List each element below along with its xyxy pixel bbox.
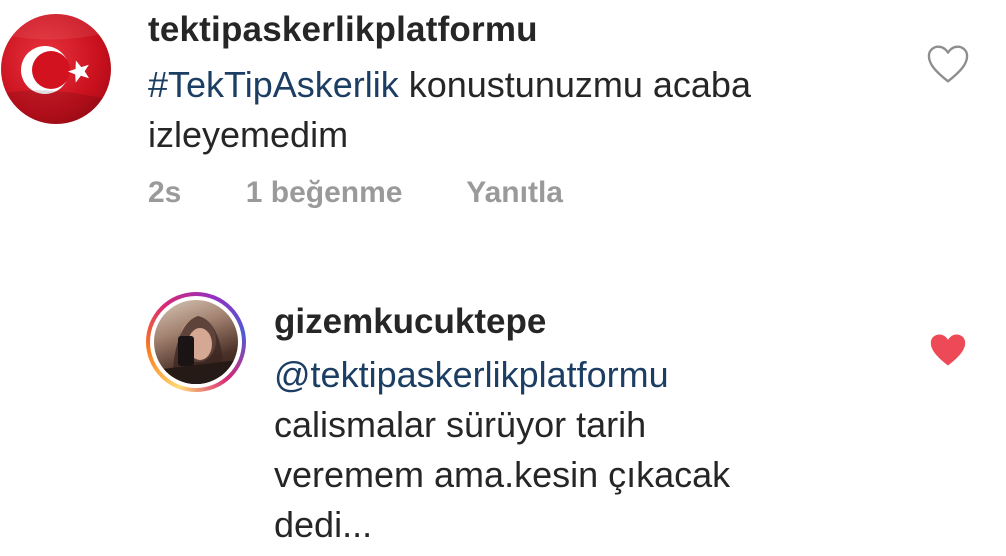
story-ring[interactable]: [146, 292, 246, 392]
avatar[interactable]: [1, 14, 111, 124]
profile-photo: [154, 316, 238, 384]
reply-button[interactable]: Yanıtla: [466, 176, 563, 209]
comment-text-line: dedi...: [274, 504, 373, 545]
comment-meta: 2s 1 beğenme Yanıtla: [148, 176, 619, 210]
heart-filled-icon[interactable]: [928, 332, 968, 368]
mention-link[interactable]: @tektipaskerlikplatformu: [274, 354, 669, 395]
reply-comment-item: gizemkucuktepe @tektipaskerlikplatformu …: [0, 280, 1006, 556]
comment-text-line: konustunuzmu acaba: [398, 64, 751, 105]
comment-item: tektipaskerlikplatformu #TekTipAskerlik …: [0, 0, 1006, 250]
hashtag-link[interactable]: #TekTipAskerlik: [148, 64, 399, 105]
comment-text-line: calismalar sürüyor tarih: [274, 404, 647, 445]
turkish-flag-icon: [1, 14, 111, 124]
comment-text-line: veremem ama.kesin çıkacak: [274, 454, 731, 495]
comment-text-line: izleyemedim: [148, 114, 349, 155]
comment-text: @tektipaskerlikplatformu calismalar sürü…: [274, 350, 874, 550]
likes-count[interactable]: 1 beğenme: [246, 176, 403, 209]
comment-username[interactable]: gizemkucuktepe: [274, 302, 546, 342]
avatar: [154, 300, 238, 384]
heart-outline-icon[interactable]: [926, 44, 970, 84]
comment-time: 2s: [148, 176, 182, 209]
comment-text: #TekTipAskerlik konustunuzmu acaba izley…: [148, 60, 908, 160]
comment-username[interactable]: tektipaskerlikplatformu: [148, 10, 538, 50]
story-ring-gap: [150, 296, 242, 388]
